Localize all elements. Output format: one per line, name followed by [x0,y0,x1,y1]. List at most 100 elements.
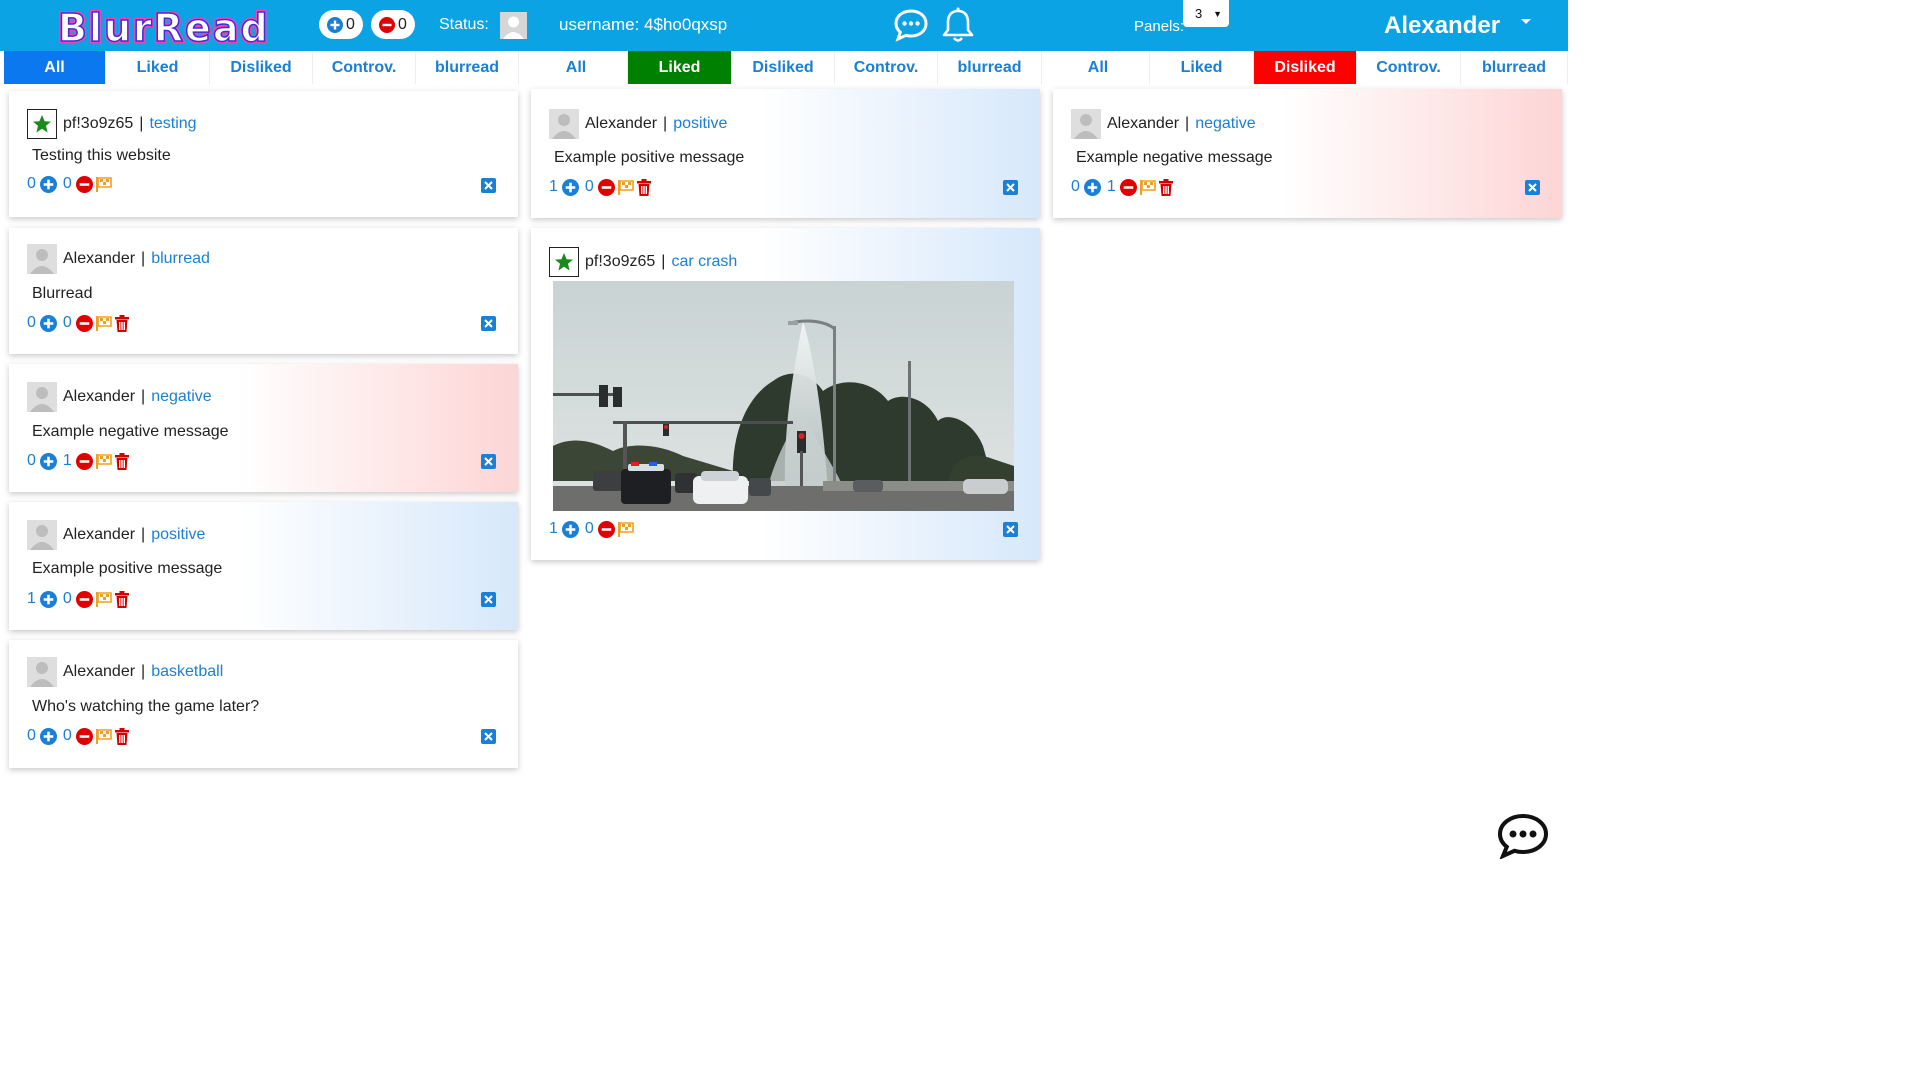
logo-text: BlurRead [58,6,270,47]
close-x-icon[interactable] [481,592,496,607]
plus-circle-icon[interactable] [561,178,579,196]
chat-fab-icon[interactable] [1497,813,1549,864]
star-icon[interactable] [27,109,57,139]
avatar[interactable] [1071,109,1101,139]
dislike-count: 0 [62,590,72,607]
tab-disliked[interactable]: Disliked [732,51,835,84]
tab-all[interactable]: All [4,51,106,84]
tab-controversial[interactable]: Controv. [313,51,416,84]
post-topic-link[interactable]: basketball [151,663,223,681]
post-topic-link[interactable]: negative [1195,115,1256,133]
tab-all[interactable]: All [1047,51,1150,84]
post-image[interactable] [553,281,1014,511]
close-x-icon[interactable] [481,316,496,331]
chevron-down-icon: ▼ [1213,8,1222,19]
post-topic-link[interactable]: negative [151,388,212,406]
likes-count: 0 [346,15,355,33]
tab-blurread[interactable]: blurread [416,51,519,84]
post-author[interactable]: Alexander [63,526,135,544]
minus-circle-icon[interactable] [597,520,615,538]
avatar[interactable] [549,109,579,139]
plus-circle-icon[interactable] [561,520,579,538]
trash-icon[interactable] [114,314,130,332]
plus-circle-icon [327,16,344,33]
avatar[interactable] [27,520,57,550]
checkered-flag-icon[interactable] [95,453,112,470]
post-author[interactable]: pf!3o9z65 [63,115,133,133]
checkered-flag-icon[interactable] [95,315,112,332]
bell-icon[interactable] [940,6,976,49]
logo[interactable]: BlurRead BlurRead [56,5,300,47]
minus-circle-icon[interactable] [75,452,93,470]
post-card: pf!3o9z65 | car crash 1 0 [531,228,1040,560]
dislikes-counter[interactable]: 0 [371,10,415,39]
minus-circle-icon[interactable] [1119,178,1137,196]
panels-select[interactable]: 3 ▼ [1183,0,1229,27]
post-topic-link[interactable]: positive [673,115,727,133]
close-x-icon[interactable] [1003,180,1018,195]
tab-all[interactable]: All [525,51,628,84]
post-topic-link[interactable]: blurread [151,250,210,268]
post-topic-link[interactable]: testing [149,115,196,133]
plus-circle-icon[interactable] [1083,178,1101,196]
post-author[interactable]: Alexander [1107,115,1179,133]
like-count: 1 [549,178,558,195]
checkered-flag-icon[interactable] [1139,179,1156,196]
plus-circle-icon[interactable] [39,314,57,332]
user-menu-name[interactable]: Alexander [1384,12,1500,40]
checkered-flag-icon[interactable] [95,176,112,193]
plus-circle-icon[interactable] [39,175,57,193]
plus-circle-icon[interactable] [39,590,57,608]
tab-disliked[interactable]: Disliked [210,51,313,84]
post-author[interactable]: Alexander [63,663,135,681]
avatar[interactable] [27,382,57,412]
chat-bubble-icon[interactable] [893,7,929,48]
post-topic-link[interactable]: car crash [671,253,737,271]
close-x-icon[interactable] [1003,522,1018,537]
tab-liked[interactable]: Liked [106,51,210,84]
post-author[interactable]: Alexander [585,115,657,133]
separator: | [1185,115,1190,132]
plus-circle-icon[interactable] [39,727,57,745]
minus-circle-icon[interactable] [75,314,93,332]
trash-icon[interactable] [114,452,130,470]
checkered-flag-icon[interactable] [617,179,634,196]
close-x-icon[interactable] [481,178,496,193]
minus-circle-icon[interactable] [75,175,93,193]
checkered-flag-icon[interactable] [617,521,634,538]
separator: | [141,663,146,680]
trash-icon[interactable] [114,590,130,608]
status-avatar[interactable] [500,12,527,39]
minus-circle-icon[interactable] [75,727,93,745]
star-icon[interactable] [549,247,579,277]
trash-icon[interactable] [636,178,652,196]
post-author[interactable]: Alexander [63,388,135,406]
minus-circle-icon[interactable] [597,178,615,196]
minus-circle-icon[interactable] [75,590,93,608]
tab-liked[interactable]: Liked [1150,51,1254,84]
checkered-flag-icon[interactable] [95,728,112,745]
checkered-flag-icon[interactable] [95,591,112,608]
avatar[interactable] [27,657,57,687]
post-author[interactable]: pf!3o9z65 [585,253,655,271]
likes-counter[interactable]: 0 [319,10,363,39]
caret-down-icon[interactable] [1521,19,1531,24]
avatar[interactable] [27,244,57,274]
like-count: 1 [549,520,558,537]
tab-controversial[interactable]: Controv. [1357,51,1461,84]
close-x-icon[interactable] [481,454,496,469]
trash-icon[interactable] [1158,178,1174,196]
close-x-icon[interactable] [481,729,496,744]
tab-liked[interactable]: Liked [628,51,732,84]
post-topic-link[interactable]: positive [151,526,205,544]
dislike-count: 1 [62,452,72,469]
tab-disliked[interactable]: Disliked [1254,51,1357,84]
close-x-icon[interactable] [1525,180,1540,195]
trash-icon[interactable] [114,727,130,745]
post-author[interactable]: Alexander [63,250,135,268]
tab-controversial[interactable]: Controv. [835,51,938,84]
post-card: Alexander | basketball Who's watching th… [9,640,518,768]
tab-blurread[interactable]: blurread [938,51,1042,84]
plus-circle-icon[interactable] [39,452,57,470]
tab-blurread[interactable]: blurread [1461,51,1568,84]
